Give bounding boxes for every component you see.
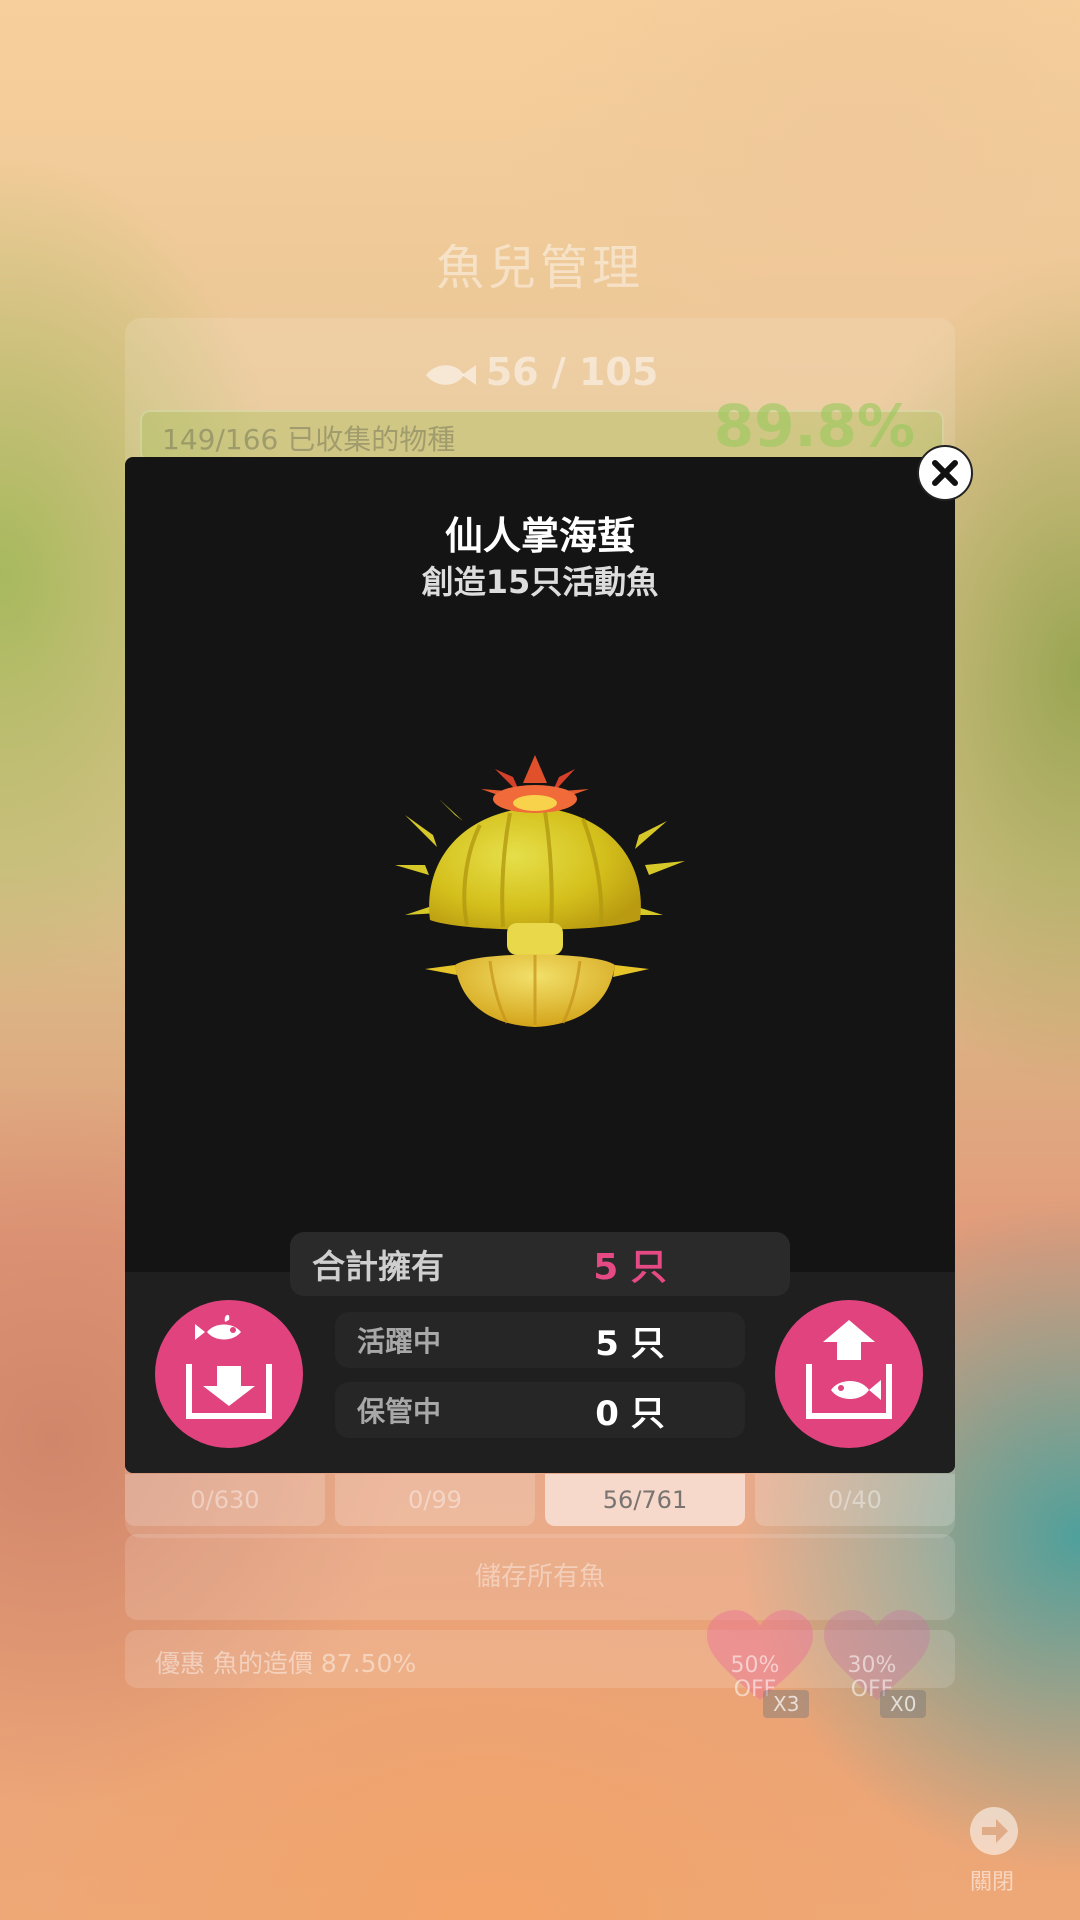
activate-fish-button[interactable]	[775, 1300, 923, 1448]
close-button[interactable]	[917, 445, 973, 501]
tab-category-1[interactable]: 0/630	[125, 1474, 325, 1526]
collection-progress-percent: 89.8%	[713, 392, 915, 460]
modal-subtitle: 創造15只活動魚	[421, 563, 659, 601]
coupon-percent: 50%	[730, 1653, 780, 1678]
tab-category-2[interactable]: 0/99	[335, 1474, 535, 1526]
stat-active-value: 5 只	[595, 1323, 665, 1364]
discount-label: 優惠 魚的造價 87.50%	[155, 1649, 417, 1678]
arrow-right-icon	[970, 1807, 1018, 1855]
stat-stored-value: 0 只	[595, 1393, 665, 1434]
cactus-jellyfish-icon	[395, 755, 685, 1035]
background-title: 魚兒管理	[435, 240, 644, 296]
tab-category-4[interactable]: 0/40	[755, 1474, 955, 1526]
modal-title: 仙人掌海蜇	[444, 514, 635, 558]
coupon-multiplier: X3	[763, 1690, 810, 1718]
fish-count-value: 56 / 105	[485, 350, 659, 394]
store-fish-button[interactable]	[155, 1300, 303, 1448]
background-close-label: 關閉	[970, 1870, 1015, 1895]
background-close-button[interactable]	[968, 1805, 1020, 1857]
fish-activate-icon	[806, 1320, 892, 1419]
coupon-30[interactable]: 30% OFF X0	[822, 1610, 932, 1718]
tab-category-3[interactable]: 56/761	[545, 1474, 745, 1526]
close-icon	[932, 460, 958, 486]
stat-total-value: 5 只	[593, 1247, 667, 1288]
coupon-50[interactable]: 50% OFF X3	[705, 1610, 815, 1718]
coupon-percent: 30%	[847, 1653, 897, 1678]
category-tabs: 0/630 0/99 56/761 0/40	[125, 1474, 955, 1526]
save-all-button[interactable]: 儲存所有魚	[125, 1534, 955, 1620]
stat-stored-row: 保管中 0 只	[335, 1382, 745, 1438]
collection-progress-label: 149/166 已收集的物種	[162, 423, 456, 456]
fish-store-icon	[186, 1314, 272, 1419]
fish-count: 56 / 105	[0, 350, 1080, 394]
coupon-multiplier: X0	[880, 1690, 927, 1718]
stat-active-row: 活躍中 5 只	[335, 1312, 745, 1368]
fish-icon	[425, 364, 476, 385]
stat-total-row: 合計擁有 5 只	[290, 1232, 790, 1296]
